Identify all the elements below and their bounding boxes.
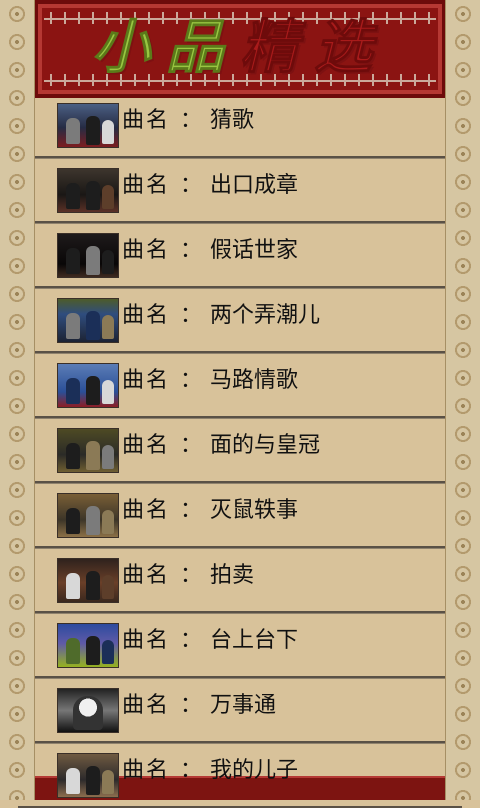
title-value: 两个弄潮儿 (210, 303, 321, 328)
title-colon: ： (180, 628, 203, 653)
app-header: 小品精选 (34, 0, 446, 98)
skit-title: 曲名 ： 假话世家 (122, 237, 298, 265)
title-label: 曲名 (122, 693, 171, 718)
list-item-1[interactable]: 曲名 ： 猜歌 (0, 93, 480, 158)
title-part-xiaopin: 小品 (91, 13, 240, 81)
title-label: 曲名 (122, 563, 171, 588)
title-colon: ： (180, 173, 203, 198)
performance-thumbnail-icon (57, 688, 119, 733)
title-value: 猜歌 (210, 108, 255, 133)
performance-thumbnail-icon (57, 168, 119, 213)
title-colon: ： (180, 693, 203, 718)
title-value: 我的儿子 (210, 758, 299, 783)
skit-title: 曲名 ： 两个弄潮儿 (122, 302, 320, 330)
title-colon: ： (180, 238, 203, 263)
title-value: 灭鼠轶事 (210, 498, 299, 523)
performance-thumbnail-icon (57, 233, 119, 278)
performance-thumbnail-icon (57, 298, 119, 343)
title-colon: ： (180, 368, 203, 393)
list-item-6[interactable]: 曲名 ： 面的与皇冠 (0, 418, 480, 483)
skit-title: 曲名 ： 面的与皇冠 (122, 432, 320, 460)
skit-title: 曲名 ： 我的儿子 (122, 757, 298, 785)
performance-thumbnail-icon (57, 363, 119, 408)
performance-thumbnail-icon (57, 103, 119, 148)
skit-title: 曲名 ： 万事通 (122, 692, 276, 720)
title-label: 曲名 (122, 498, 171, 523)
title-colon: ： (180, 433, 203, 458)
title-value: 马路情歌 (210, 368, 299, 393)
title-label: 曲名 (122, 238, 171, 263)
title-label: 曲名 (122, 628, 171, 653)
right-scroll-border (445, 0, 480, 800)
list-item-5[interactable]: 曲名 ： 马路情歌 (0, 353, 480, 418)
title-value: 拍卖 (210, 563, 255, 588)
list-item-9[interactable]: 曲名 ： 台上台下 (0, 613, 480, 678)
skit-list: 曲名 ： 猜歌 曲名 ： 出口成章 曲名 ： 假话世家 曲名 ： 两个弄潮儿 曲名 ： 马路情歌 曲… (0, 93, 480, 808)
title-colon: ： (180, 758, 203, 783)
performance-thumbnail-icon (57, 623, 119, 668)
skit-title: 曲名 ： 马路情歌 (122, 367, 298, 395)
skit-title: 曲名 ： 拍卖 (122, 562, 254, 590)
list-item-2[interactable]: 曲名 ： 出口成章 (0, 158, 480, 223)
list-item-7[interactable]: 曲名 ： 灭鼠轶事 (0, 483, 480, 548)
title-value: 假话世家 (210, 238, 299, 263)
list-item-8[interactable]: 曲名 ： 拍卖 (0, 548, 480, 613)
performance-thumbnail-icon (57, 428, 119, 473)
list-item-11[interactable]: 曲名 ： 我的儿子 (0, 743, 480, 808)
title-label: 曲名 (122, 433, 171, 458)
title-colon: ： (180, 563, 203, 588)
title-label: 曲名 (122, 303, 171, 328)
title-label: 曲名 (122, 108, 171, 133)
page-title: 小品精选 (34, 13, 446, 81)
title-label: 曲名 (122, 173, 171, 198)
list-item-4[interactable]: 曲名 ： 两个弄潮儿 (0, 288, 480, 353)
title-label: 曲名 (122, 758, 171, 783)
title-label: 曲名 (122, 368, 171, 393)
title-colon: ： (180, 303, 203, 328)
title-value: 万事通 (210, 693, 277, 718)
list-item-10[interactable]: 曲名 ： 万事通 (0, 678, 480, 743)
skit-title: 曲名 ： 出口成章 (122, 172, 298, 200)
performance-thumbnail-icon (57, 493, 119, 538)
title-value: 台上台下 (210, 628, 299, 653)
skit-title: 曲名 ： 灭鼠轶事 (122, 497, 298, 525)
title-colon: ： (180, 498, 203, 523)
list-item-3[interactable]: 曲名 ： 假话世家 (0, 223, 480, 288)
title-colon: ： (180, 108, 203, 133)
skit-title: 曲名 ： 台上台下 (122, 627, 298, 655)
title-value: 面的与皇冠 (210, 433, 321, 458)
left-scroll-border (0, 0, 35, 800)
performance-thumbnail-icon (57, 753, 119, 798)
title-value: 出口成章 (210, 173, 299, 198)
title-part-jingxuan: 精选 (239, 13, 389, 81)
performance-thumbnail-icon (57, 558, 119, 603)
skit-title: 曲名 ： 猜歌 (122, 107, 254, 135)
